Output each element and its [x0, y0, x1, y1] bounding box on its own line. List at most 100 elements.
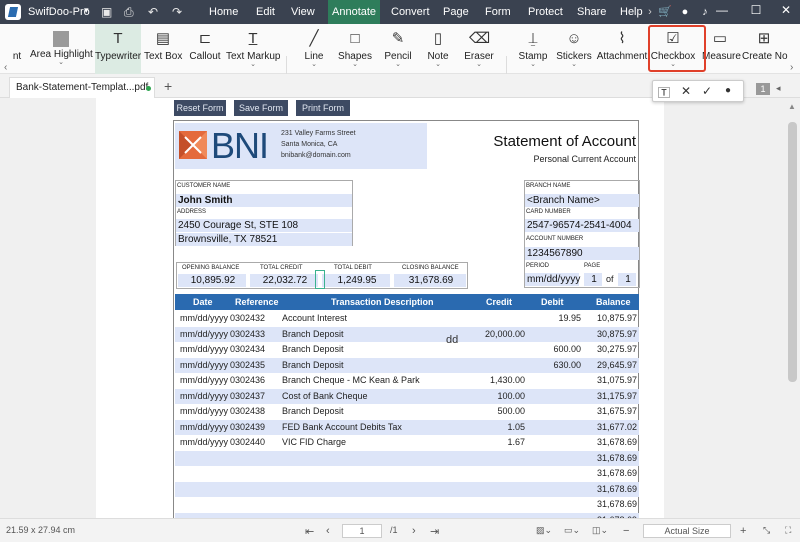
cell-description[interactable]: Branch Deposit [282, 406, 344, 416]
cell-date[interactable]: mm/dd/yyyy [180, 344, 228, 354]
cell-balance[interactable]: 31,678.69 [597, 484, 637, 494]
period-field[interactable]: mm/dd/yyyy [525, 273, 580, 286]
cell-credit[interactable]: 100.00 [497, 391, 525, 401]
cart-icon[interactable]: 🛒 [657, 4, 673, 20]
cell-balance[interactable]: 31,675.97 [597, 406, 637, 416]
undo-icon[interactable]: ↶ [148, 5, 158, 19]
total-credit-field[interactable]: 22,032.72 [250, 274, 318, 287]
page-current-field[interactable]: 1 [584, 273, 602, 286]
total-debit-field[interactable]: 1,249.95 [322, 274, 390, 287]
address-line1-field[interactable]: 2450 Courage St, STE 108 [176, 219, 352, 232]
save-form-button[interactable]: Save Form [234, 100, 288, 116]
page-number-input[interactable]: 1 [342, 524, 382, 538]
cell-date[interactable]: mm/dd/yyyy [180, 422, 228, 432]
cross-mark-icon[interactable]: ✕ [681, 84, 691, 98]
menu-protect[interactable]: Protect [524, 0, 567, 24]
cell-balance[interactable]: 31,677.02 [597, 422, 637, 432]
cell-reference[interactable]: 0302433 [230, 329, 265, 339]
new-tab-icon[interactable]: + [164, 78, 172, 94]
menu-edit[interactable]: Edit [252, 0, 279, 24]
closing-balance-field[interactable]: 31,678.69 [394, 274, 466, 287]
typed-annotation-text[interactable]: dd [446, 334, 458, 346]
cell-description[interactable]: FED Bank Account Debits Tax [282, 422, 402, 432]
first-page-icon[interactable]: ⇤ [305, 525, 314, 538]
tool-text-box[interactable]: ▤ Text Box [144, 24, 182, 74]
bell-icon[interactable]: ♪ [697, 4, 713, 20]
tool-callout[interactable]: ⊏ Callout [186, 24, 224, 74]
cell-description[interactable]: Account Interest [282, 313, 347, 323]
cell-date[interactable]: mm/dd/yyyy [180, 329, 228, 339]
cell-reference[interactable]: 0302435 [230, 360, 265, 370]
dot-mark-icon[interactable]: ● [725, 85, 731, 96]
cell-balance[interactable]: 31,678.69 [597, 453, 637, 463]
cell-description[interactable]: VIC FID Charge [282, 437, 346, 447]
cell-credit[interactable]: 1,430.00 [490, 375, 525, 385]
cell-date[interactable]: mm/dd/yyyy [180, 437, 228, 447]
maximize-icon[interactable]: ☐ [746, 3, 766, 17]
cell-credit[interactable]: 20,000.00 [485, 329, 525, 339]
next-page-icon[interactable]: › [412, 525, 416, 537]
more-icon[interactable]: › [642, 4, 658, 20]
fullscreen-icon[interactable]: ⛶ [785, 525, 791, 536]
vertical-scrollbar[interactable]: ▲ [785, 98, 800, 518]
cell-description[interactable]: Branch Cheque - MC Kean & Park [282, 375, 420, 385]
tool-line[interactable]: ╱ Line ⌄ [296, 24, 332, 74]
fit-width-icon[interactable]: ▭⌄ [564, 525, 580, 536]
minimize-icon[interactable]: — [712, 3, 732, 17]
cell-balance[interactable]: 31,678.69 [597, 499, 637, 509]
print-form-button[interactable]: Print Form [296, 100, 350, 116]
ribbon-scroll-left-icon[interactable]: ‹ [4, 62, 7, 73]
close-icon[interactable]: ✕ [776, 3, 796, 17]
text-field-icon[interactable]: 🅃 [658, 84, 670, 101]
cell-description[interactable]: Cost of Bank Cheque [282, 391, 368, 401]
prev-page-icon[interactable]: ‹ [326, 525, 330, 537]
last-page-icon[interactable]: ⇥ [430, 525, 439, 538]
cell-credit[interactable]: 1.67 [507, 437, 525, 447]
cell-date[interactable]: mm/dd/yyyy [180, 391, 228, 401]
cell-balance[interactable]: 30,875.97 [597, 329, 637, 339]
cell-balance[interactable]: 29,645.97 [597, 360, 637, 370]
cell-reference[interactable]: 0302434 [230, 344, 265, 354]
scroll-up-icon[interactable]: ▲ [788, 102, 796, 111]
menu-home[interactable]: Home [205, 0, 242, 24]
tool-measure[interactable]: ▭ Measure [702, 24, 741, 74]
page-total-field[interactable]: 1 [618, 273, 636, 286]
tool-attachment[interactable]: ⌇ Attachment [596, 24, 648, 74]
cell-reference[interactable]: 0302432 [230, 313, 265, 323]
cell-balance[interactable]: 31,075.97 [597, 375, 637, 385]
ribbon-scroll-right-icon[interactable]: › [790, 62, 793, 73]
fit-page-icon[interactable]: ◫⌄ [592, 525, 608, 536]
cell-balance[interactable]: 10,875.97 [597, 313, 637, 323]
opening-balance-field[interactable]: 10,895.92 [178, 274, 246, 287]
cell-description[interactable]: Branch Deposit [282, 329, 344, 339]
collapse-panel-icon[interactable]: ◂ [776, 83, 781, 94]
cell-credit[interactable]: 500.00 [497, 406, 525, 416]
tool-partial[interactable]: nt [8, 24, 26, 74]
cell-reference[interactable]: 0302437 [230, 391, 265, 401]
view-mode-icon[interactable]: ▨⌄ [536, 525, 552, 536]
save-icon[interactable]: ▣ [101, 5, 112, 19]
print-icon[interactable]: ⎙ [124, 5, 134, 20]
cell-reference[interactable]: 0302436 [230, 375, 265, 385]
cell-date[interactable]: mm/dd/yyyy [180, 406, 228, 416]
card-number-field[interactable]: 2547-96574-2541-4004 [525, 219, 639, 232]
tool-typewriter[interactable]: T Typewriter [95, 24, 141, 74]
fit-icon[interactable]: ⤡ [763, 525, 770, 536]
document-tab[interactable]: Bank-Statement-Templat...pdf * [9, 77, 155, 113]
cell-description[interactable]: Branch Deposit [282, 344, 344, 354]
tool-create-note[interactable]: ⊞ Create No [742, 24, 788, 74]
user-icon[interactable]: ● [677, 4, 693, 20]
customer-name-field[interactable]: John Smith [176, 194, 352, 207]
cell-date[interactable]: mm/dd/yyyy [180, 360, 228, 370]
tool-pencil[interactable]: ✎ Pencil ⌄ [380, 24, 416, 74]
menu-annotate[interactable]: Annotate [328, 0, 381, 24]
redo-icon[interactable]: ↷ [172, 5, 182, 19]
tool-stamp[interactable]: ⍊ Stamp ⌄ [516, 24, 550, 74]
menu-convert[interactable]: Convert [387, 0, 434, 24]
menu-form[interactable]: Form [481, 0, 515, 24]
scrollbar-thumb[interactable] [788, 122, 797, 382]
cell-debit[interactable]: 19.95 [558, 313, 581, 323]
cell-date[interactable]: mm/dd/yyyy [180, 375, 228, 385]
cell-balance[interactable]: 30,275.97 [597, 344, 637, 354]
tool-stickers[interactable]: ☺ Stickers ⌄ [556, 24, 592, 74]
